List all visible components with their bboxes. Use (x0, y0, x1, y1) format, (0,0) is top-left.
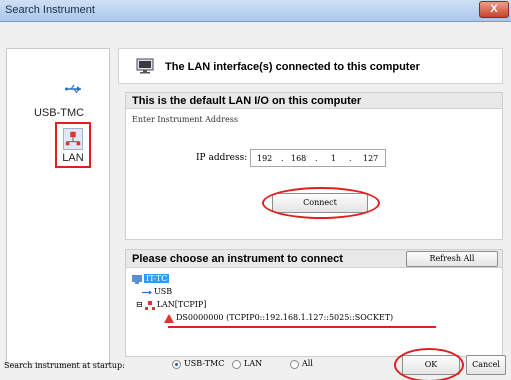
lan-address-panel: This is the default LAN I/O on this comp… (125, 92, 503, 240)
tree-node-lan[interactable]: ⊟ LAN[TCPIP] (136, 300, 206, 310)
startup-search-label: Search instrument at startup: (4, 361, 125, 370)
tree-node-usb[interactable]: USB (142, 287, 172, 297)
tree-root[interactable]: IT-TC (132, 274, 170, 284)
computer-icon (132, 274, 142, 284)
title-bar: Search Instrument X (0, 0, 511, 22)
ip-octet-4[interactable]: 127 (363, 154, 378, 163)
instrument-tree: IT-TC USB ⊟ LAN[TCPIP] DS0000000 (TCPIP0:… (132, 274, 492, 354)
usb-icon (65, 84, 81, 94)
ip-octet-1[interactable]: 192 (257, 154, 272, 163)
ip-octet-2[interactable]: 168 (291, 154, 306, 163)
close-button[interactable]: X (479, 1, 509, 18)
lan-icon (144, 300, 155, 310)
main-area: The LAN interface(s) connected to this c… (118, 48, 503, 364)
radio-lan[interactable]: LAN (232, 359, 262, 369)
sidebar-item-label: LAN (62, 152, 84, 164)
radio-usb-tmc[interactable]: USB-TMC (172, 359, 224, 369)
sidebar-item-lan[interactable]: LAN (55, 122, 91, 168)
instrument-highlight (168, 326, 436, 328)
ip-octet-3[interactable]: 1 (331, 154, 336, 163)
usb-icon (142, 290, 152, 294)
lan-icon (63, 128, 83, 150)
header-text: The LAN interface(s) connected to this c… (165, 61, 420, 73)
instrument-icon (164, 313, 174, 323)
radio-all[interactable]: All (290, 359, 313, 369)
ok-highlight (394, 348, 464, 380)
panel-subtitle: Enter Instrument Address (132, 115, 238, 124)
header: The LAN interface(s) connected to this c… (118, 48, 503, 84)
footer-bar: Search instrument at startup: USB-TMC LA… (0, 348, 511, 380)
monitor-icon (136, 58, 154, 74)
cancel-button[interactable]: Cancel (466, 355, 506, 375)
ip-address-label: IP address: (196, 153, 248, 163)
refresh-all-button[interactable]: Refresh All (406, 251, 498, 267)
dialog-body: USB-TMC LAN The LAN interface(s) connect… (0, 22, 511, 380)
connect-highlight (262, 187, 380, 219)
ip-address-field[interactable]: 192 . 168 . 1 . 127 (250, 149, 386, 167)
instrument-list-panel: Please choose an instrument to connect R… (125, 249, 503, 357)
radio-unchecked-icon (290, 359, 299, 369)
radio-checked-icon (172, 359, 181, 369)
sidebar-item-usb-tmc[interactable]: USB-TMC (7, 107, 111, 119)
radio-unchecked-icon (232, 359, 241, 369)
window-title: Search Instrument (5, 4, 95, 16)
panel-title: This is the default LAN I/O on this comp… (126, 93, 502, 109)
interface-sidebar: USB-TMC LAN (6, 48, 110, 364)
tree-node-instrument[interactable]: DS0000000 (TCPIP0::192.168.1.127::5025::… (164, 313, 393, 323)
